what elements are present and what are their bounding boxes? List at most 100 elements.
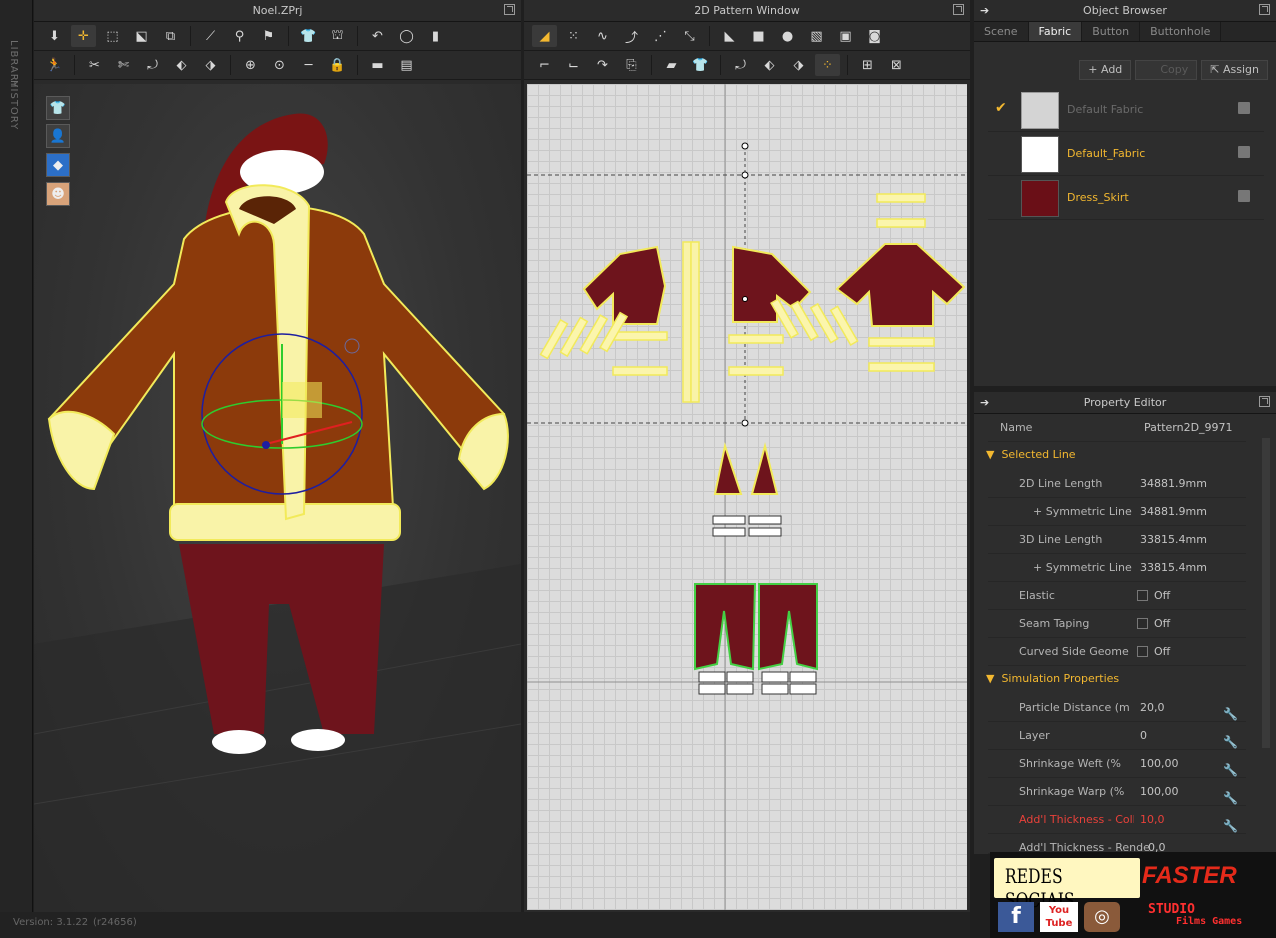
circumference-icon[interactable]: ◯ bbox=[394, 25, 419, 47]
arrange-icon[interactable]: ⛫ bbox=[325, 25, 350, 47]
fabric-item[interactable]: ✔ Default Fabric bbox=[988, 88, 1264, 132]
prop-value[interactable]: 0 bbox=[1140, 722, 1147, 749]
seam-checkbox[interactable] bbox=[1137, 618, 1148, 629]
add-button[interactable]: + Add bbox=[1079, 60, 1132, 80]
object-browser-tabs: Scene Fabric Button Buttonhole bbox=[974, 22, 1276, 42]
2d-pattern-viewport[interactable] bbox=[527, 84, 967, 910]
internal-rect-icon[interactable]: ▣ bbox=[833, 25, 858, 47]
prop-row: Particle Distance (m 20,0 🔧 bbox=[988, 694, 1246, 722]
tool-e-icon[interactable]: ⬗ bbox=[198, 54, 223, 76]
fold-icon[interactable]: ⧉ bbox=[158, 25, 183, 47]
polygon-icon[interactable]: ◣ bbox=[717, 25, 742, 47]
buttonhole-icon[interactable]: ⊙ bbox=[267, 54, 292, 76]
tool-d-icon[interactable]: ⬖ bbox=[169, 54, 194, 76]
prop-value[interactable]: 20,0 bbox=[1140, 694, 1165, 721]
button-icon[interactable]: ⊕ bbox=[238, 54, 263, 76]
tab-fabric[interactable]: Fabric bbox=[1028, 22, 1083, 41]
measure-icon[interactable]: ↶ bbox=[365, 25, 390, 47]
copy-button[interactable]: Copy bbox=[1135, 60, 1198, 80]
pin-icon[interactable]: ⟋ bbox=[198, 25, 223, 47]
prop-label: + Symmetric Line Le bbox=[1033, 505, 1136, 518]
tool-a-icon[interactable]: ✂ bbox=[82, 54, 107, 76]
download-icon[interactable] bbox=[1238, 102, 1250, 114]
pin-box-icon[interactable]: ⚑ bbox=[256, 25, 281, 47]
prop-row: Shrinkage Warp (% 100,00 🔧 bbox=[988, 778, 1246, 806]
prop-value[interactable]: 10,0 bbox=[1140, 806, 1165, 833]
ruler-icon[interactable]: ▮ bbox=[423, 25, 448, 47]
curve-point-icon[interactable]: ⤴ bbox=[619, 25, 644, 47]
download-icon[interactable] bbox=[1238, 190, 1250, 202]
select-move-icon[interactable]: ✛ bbox=[71, 25, 96, 47]
tab-buttonhole[interactable]: Buttonhole bbox=[1140, 22, 1222, 41]
tool-h-icon[interactable]: ⬗ bbox=[786, 54, 811, 76]
prop-value[interactable]: 100,00 bbox=[1140, 750, 1179, 777]
move-down-icon[interactable]: ⬇ bbox=[42, 25, 67, 47]
3d-window-header: Noel.ZPrj bbox=[34, 0, 521, 22]
transform-icon[interactable]: ⬕ bbox=[129, 25, 154, 47]
panel-arrow-icon[interactable]: ➔ bbox=[980, 392, 989, 414]
topstitch-icon[interactable]: ▬ bbox=[365, 54, 390, 76]
prop-value[interactable]: 34881.9mm bbox=[1140, 470, 1207, 497]
lock-icon[interactable]: 🔒 bbox=[325, 54, 350, 76]
tool-b-icon[interactable]: ✄ bbox=[111, 54, 136, 76]
internal-circle-icon[interactable]: ◙ bbox=[862, 25, 887, 47]
elastic-checkbox[interactable] bbox=[1137, 590, 1148, 601]
rectangle-icon[interactable]: ■ bbox=[746, 25, 771, 47]
grid-b-icon[interactable]: ⊠ bbox=[884, 54, 909, 76]
tack-icon[interactable]: ⚲ bbox=[227, 25, 252, 47]
fill-icon[interactable]: ▤ bbox=[394, 54, 419, 76]
download-icon[interactable] bbox=[1238, 146, 1250, 158]
add-point-icon[interactable]: ⋰ bbox=[648, 25, 673, 47]
seam-d-icon[interactable]: ⎘ bbox=[619, 54, 644, 76]
section-label: Simulation Properties bbox=[1001, 672, 1120, 685]
select-box-icon[interactable]: ⬚ bbox=[100, 25, 125, 47]
prop-value[interactable]: 100,00 bbox=[1140, 778, 1179, 805]
maximize-pe-icon[interactable] bbox=[1259, 396, 1270, 407]
seam-b-icon[interactable]: ⌙ bbox=[561, 54, 586, 76]
instagram-icon[interactable]: ◎ bbox=[1084, 902, 1120, 932]
edit-point-icon[interactable]: ⁙ bbox=[561, 25, 586, 47]
2d-window-header: 2D Pattern Window bbox=[524, 0, 970, 22]
section-simulation[interactable]: ▼ Simulation Properties bbox=[986, 672, 1119, 685]
curved-checkbox[interactable] bbox=[1137, 646, 1148, 657]
grid-a-icon[interactable]: ⊞ bbox=[855, 54, 880, 76]
tool-f-icon[interactable]: ⤾ bbox=[728, 54, 753, 76]
garment-icon[interactable]: 👕 bbox=[296, 25, 321, 47]
tool-c-icon[interactable]: ⤾ bbox=[140, 54, 165, 76]
iron-icon[interactable]: ▰ bbox=[659, 54, 684, 76]
history-tab[interactable]: HISTORY bbox=[8, 80, 19, 130]
internal-polygon-icon[interactable]: ▧ bbox=[804, 25, 829, 47]
tool-g-icon[interactable]: ⬖ bbox=[757, 54, 782, 76]
fabric-item[interactable]: Dress_Skirt bbox=[988, 176, 1264, 220]
tab-scene[interactable]: Scene bbox=[974, 22, 1029, 41]
assign-button[interactable]: ⇱ Assign bbox=[1201, 60, 1268, 80]
prop-label: Layer bbox=[1019, 729, 1050, 742]
tab-button[interactable]: Button bbox=[1082, 22, 1141, 41]
maximize-2d-icon[interactable] bbox=[953, 4, 964, 15]
scrollbar[interactable] bbox=[1262, 438, 1270, 748]
prop-value[interactable]: 33815.4mm bbox=[1140, 554, 1207, 581]
line-icon[interactable]: ─ bbox=[296, 54, 321, 76]
maximize-ob-icon[interactable] bbox=[1259, 4, 1270, 15]
tool-i-icon[interactable]: ⁘ bbox=[815, 54, 840, 76]
facebook-icon[interactable]: f bbox=[998, 902, 1034, 932]
edit-curve-icon[interactable]: ∿ bbox=[590, 25, 615, 47]
circle-icon[interactable]: ● bbox=[775, 25, 800, 47]
prop-value[interactable]: 33815.4mm bbox=[1140, 526, 1207, 553]
seam-c-icon[interactable]: ↷ bbox=[590, 54, 615, 76]
property-editor-header: ➔ Property Editor bbox=[974, 392, 1276, 414]
section-selected-line[interactable]: ▼ Selected Line bbox=[986, 448, 1076, 461]
transform-pattern-icon[interactable]: ◢ bbox=[532, 25, 557, 47]
prop-value[interactable]: 34881.9mm bbox=[1140, 498, 1207, 525]
seam-a-icon[interactable]: ⌐ bbox=[532, 54, 557, 76]
avatar-pose-icon[interactable]: 🏃 bbox=[42, 54, 67, 76]
fold-garment-icon[interactable]: 👕 bbox=[688, 54, 713, 76]
split-icon[interactable]: ⤡ bbox=[677, 25, 702, 47]
fabric-item[interactable]: Default_Fabric bbox=[988, 132, 1264, 176]
youtube-icon[interactable]: You Tube bbox=[1040, 902, 1078, 932]
panel-arrow-icon[interactable]: ➔ bbox=[980, 0, 989, 22]
name-value[interactable]: Pattern2D_9971 bbox=[1144, 414, 1233, 441]
prop-value: Off bbox=[1154, 617, 1171, 630]
3d-viewport[interactable]: 👕 👤 ◆ ☻ bbox=[34, 84, 521, 912]
maximize-icon[interactable] bbox=[504, 4, 515, 15]
